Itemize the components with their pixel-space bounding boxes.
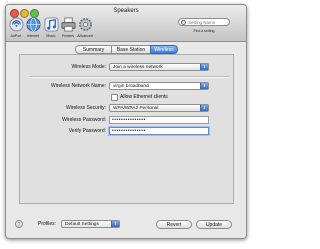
revert-button[interactable]: Revert	[156, 220, 192, 229]
search-hint: Find a setting	[193, 29, 215, 33]
security-popup[interactable]: WPA/WPA2 Personal ⇕	[109, 104, 209, 112]
music-icon[interactable]	[44, 17, 59, 32]
help-button[interactable]: ?	[15, 220, 23, 228]
update-button[interactable]: Update	[196, 220, 232, 229]
password-label: Wireless Password:	[62, 117, 106, 123]
verify-password-field[interactable]: •••••••••••••••	[109, 127, 209, 135]
network-name-value: virgin broadband	[113, 84, 149, 89]
allow-ethernet-label: Allow Ethernet clients	[120, 94, 168, 100]
toolbar-label-advanced: Advanced	[77, 34, 93, 38]
wireless-mode-value: Join a wireless network	[113, 65, 163, 70]
printer-icon[interactable]	[61, 17, 76, 32]
profiles-label: Profiles:	[38, 221, 57, 227]
verify-password-label: Verify Password:	[68, 128, 106, 134]
toolbar-label-internet: Internet	[27, 34, 39, 38]
airport-utility-window: Speakers AirPort Internet Music Printers…	[5, 4, 247, 239]
globe-icon[interactable]	[26, 17, 41, 32]
profiles-popup[interactable]: Default Settings ⇕	[61, 220, 120, 228]
gear-icon[interactable]	[78, 17, 93, 32]
popup-arrows-icon: ⇕	[200, 64, 208, 70]
wireless-mode-popup[interactable]: Join a wireless network ⇕	[109, 63, 209, 71]
title-bar: Speakers AirPort Internet Music Printers…	[6, 5, 246, 42]
password-field[interactable]: •••••••••••••••	[109, 116, 209, 124]
tab-base-station[interactable]: Base Station	[111, 45, 151, 54]
tab-summary[interactable]: Summary	[75, 45, 112, 54]
window-title: Speakers	[113, 8, 139, 14]
wireless-settings-panel: Wireless Mode: Join a wireless network ⇕…	[19, 54, 234, 204]
popup-arrows-icon: ⇕	[200, 105, 208, 111]
tab-wireless[interactable]: Wireless	[150, 45, 178, 54]
network-name-combo[interactable]: virgin broadband ⇕	[109, 82, 209, 90]
security-label: Wireless Security:	[65, 105, 106, 111]
popup-arrows-icon: ⇕	[111, 221, 119, 227]
search-icon	[181, 20, 186, 25]
separator	[30, 76, 230, 78]
search-placeholder: Setting Name	[188, 20, 216, 25]
profiles-value: Default Settings	[65, 222, 99, 227]
security-value: WPA/WPA2 Personal	[113, 106, 159, 111]
search-input[interactable]: Setting Name	[178, 18, 230, 26]
popup-arrows-icon: ⇕	[200, 83, 208, 89]
allow-ethernet-checkbox[interactable]	[111, 94, 118, 101]
airport-icon[interactable]	[9, 17, 24, 32]
wireless-mode-label: Wireless Mode:	[71, 64, 106, 70]
network-name-label: Wireless Network Name:	[50, 83, 106, 89]
